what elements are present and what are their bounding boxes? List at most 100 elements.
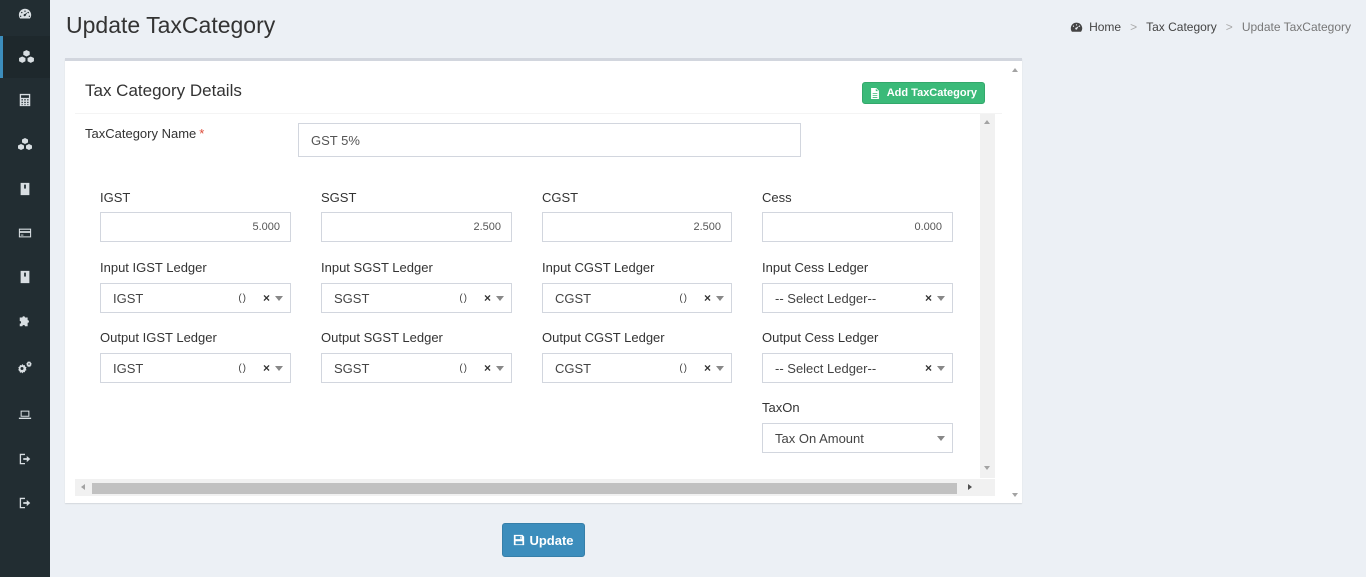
dashboard-icon bbox=[1070, 22, 1083, 32]
sidebar-item-logout[interactable] bbox=[0, 439, 50, 479]
select-value: IGST bbox=[113, 290, 144, 306]
sign-out-icon bbox=[19, 453, 31, 465]
scroll-left-arrow[interactable] bbox=[81, 484, 85, 490]
chevron-down-icon[interactable] bbox=[275, 365, 283, 371]
update-button-label: Update bbox=[529, 532, 574, 548]
outer-scrollbar[interactable] bbox=[1008, 61, 1022, 503]
select-value: IGST bbox=[113, 360, 144, 376]
select-suffix: () bbox=[679, 292, 688, 304]
cess-label: Cess bbox=[762, 190, 792, 205]
inner-vertical-scrollbar[interactable] bbox=[980, 114, 995, 478]
output-cgst-ledger-label: Output CGST Ledger bbox=[542, 330, 665, 345]
scroll-down-arrow[interactable] bbox=[984, 466, 990, 470]
tax-category-name-label: TaxCategory Name * bbox=[85, 126, 204, 141]
input-sgst-ledger-select[interactable]: SGST () × bbox=[321, 283, 512, 313]
clear-icon[interactable]: × bbox=[925, 291, 932, 305]
igst-input[interactable]: 5.000 bbox=[100, 212, 291, 242]
required-mark: * bbox=[199, 126, 205, 141]
select-suffix: () bbox=[238, 292, 247, 304]
sidebar bbox=[0, 0, 50, 577]
sidebar-item-exit[interactable] bbox=[0, 483, 50, 523]
sidebar-item-plugins[interactable] bbox=[0, 301, 50, 341]
sidebar-item-settings[interactable] bbox=[0, 348, 50, 388]
breadcrumb-current: Update TaxCategory bbox=[1241, 20, 1351, 34]
sgst-input[interactable]: 2.500 bbox=[321, 212, 512, 242]
chevron-down-icon[interactable] bbox=[716, 295, 724, 301]
chevron-down-icon[interactable] bbox=[937, 295, 945, 301]
select-value: CGST bbox=[555, 290, 592, 306]
update-button[interactable]: Update bbox=[502, 523, 585, 557]
horizontal-scroll-thumb[interactable] bbox=[92, 483, 957, 494]
select-value: CGST bbox=[555, 360, 592, 376]
sidebar-item-dashboard[interactable] bbox=[0, 0, 50, 34]
chevron-down-icon[interactable] bbox=[496, 295, 504, 301]
sidebar-item-calculator[interactable] bbox=[0, 80, 50, 120]
sign-out-icon bbox=[19, 497, 31, 509]
output-cgst-ledger-select[interactable]: CGST () × bbox=[542, 353, 732, 383]
scroll-right-arrow[interactable] bbox=[968, 484, 972, 490]
scroll-down-arrow[interactable] bbox=[1012, 493, 1018, 497]
output-sgst-ledger-label: Output SGST Ledger bbox=[321, 330, 443, 345]
input-igst-ledger-select[interactable]: IGST () × bbox=[100, 283, 291, 313]
scroll-up-arrow[interactable] bbox=[1012, 68, 1018, 72]
tax-category-name-text: TaxCategory Name bbox=[85, 126, 197, 141]
form-scroll-area[interactable]: TaxCategory Name * GST 5% IGST SGST CGST … bbox=[75, 114, 995, 496]
select-value: SGST bbox=[334, 290, 370, 306]
breadcrumb-tax-category[interactable]: Tax Category bbox=[1146, 20, 1217, 34]
select-suffix: () bbox=[238, 362, 247, 374]
output-cess-ledger-select[interactable]: -- Select Ledger-- × bbox=[762, 353, 953, 383]
clear-icon[interactable]: × bbox=[263, 291, 270, 305]
cgst-input[interactable]: 2.500 bbox=[542, 212, 732, 242]
cubes-icon bbox=[18, 138, 32, 150]
select-suffix: () bbox=[679, 362, 688, 374]
puzzle-icon bbox=[19, 316, 29, 327]
sidebar-item-products[interactable] bbox=[0, 125, 50, 165]
clear-icon[interactable]: × bbox=[484, 361, 491, 375]
chevron-down-icon[interactable] bbox=[716, 365, 724, 371]
clear-icon[interactable]: × bbox=[925, 361, 932, 375]
igst-label: IGST bbox=[100, 190, 131, 205]
output-igst-ledger-select[interactable]: IGST () × bbox=[100, 353, 291, 383]
breadcrumb-separator: > bbox=[1130, 20, 1138, 34]
breadcrumb: Home > Tax Category > Update TaxCategory bbox=[1070, 20, 1351, 34]
clear-icon[interactable]: × bbox=[484, 291, 491, 305]
chevron-down-icon[interactable] bbox=[496, 365, 504, 371]
sidebar-item-book[interactable] bbox=[0, 169, 50, 209]
clear-icon[interactable]: × bbox=[704, 291, 711, 305]
input-cgst-ledger-select[interactable]: CGST () × bbox=[542, 283, 732, 313]
add-tax-category-button[interactable]: Add TaxCategory bbox=[861, 82, 985, 104]
input-cess-ledger-label: Input Cess Ledger bbox=[762, 260, 869, 275]
chevron-down-icon[interactable] bbox=[937, 365, 945, 371]
calculator-icon bbox=[19, 93, 31, 107]
clear-icon[interactable]: × bbox=[263, 361, 270, 375]
scroll-up-arrow[interactable] bbox=[984, 120, 990, 124]
book-icon bbox=[20, 182, 30, 196]
cubes-icon bbox=[19, 49, 34, 63]
input-sgst-ledger-label: Input SGST Ledger bbox=[321, 260, 433, 275]
select-value: -- Select Ledger-- bbox=[775, 290, 877, 306]
sidebar-item-tax-category[interactable] bbox=[0, 36, 50, 78]
file-icon bbox=[870, 87, 879, 99]
sidebar-item-payments[interactable] bbox=[0, 213, 50, 253]
input-cgst-ledger-label: Input CGST Ledger bbox=[542, 260, 655, 275]
taxon-label: TaxOn bbox=[762, 400, 800, 415]
chevron-down-icon[interactable] bbox=[275, 295, 283, 301]
box-title: Tax Category Details bbox=[85, 81, 242, 100]
output-sgst-ledger-select[interactable]: SGST () × bbox=[321, 353, 512, 383]
tax-category-name-input[interactable]: GST 5% bbox=[298, 123, 801, 157]
breadcrumb-separator: > bbox=[1225, 20, 1233, 34]
cess-input[interactable]: 0.000 bbox=[762, 212, 953, 242]
save-icon bbox=[514, 534, 525, 546]
chevron-down-icon[interactable] bbox=[937, 435, 945, 441]
inner-horizontal-scrollbar[interactable] bbox=[75, 479, 995, 496]
book-icon bbox=[20, 270, 30, 284]
dashboard-icon bbox=[18, 8, 32, 19]
clear-icon[interactable]: × bbox=[704, 361, 711, 375]
sidebar-item-ledger[interactable] bbox=[0, 257, 50, 297]
input-cess-ledger-select[interactable]: -- Select Ledger-- × bbox=[762, 283, 953, 313]
output-igst-ledger-label: Output IGST Ledger bbox=[100, 330, 217, 345]
breadcrumb-home[interactable]: Home bbox=[1089, 20, 1121, 34]
sidebar-item-display[interactable] bbox=[0, 395, 50, 435]
taxon-select[interactable]: Tax On Amount bbox=[762, 423, 953, 453]
cogs-icon bbox=[18, 361, 32, 374]
